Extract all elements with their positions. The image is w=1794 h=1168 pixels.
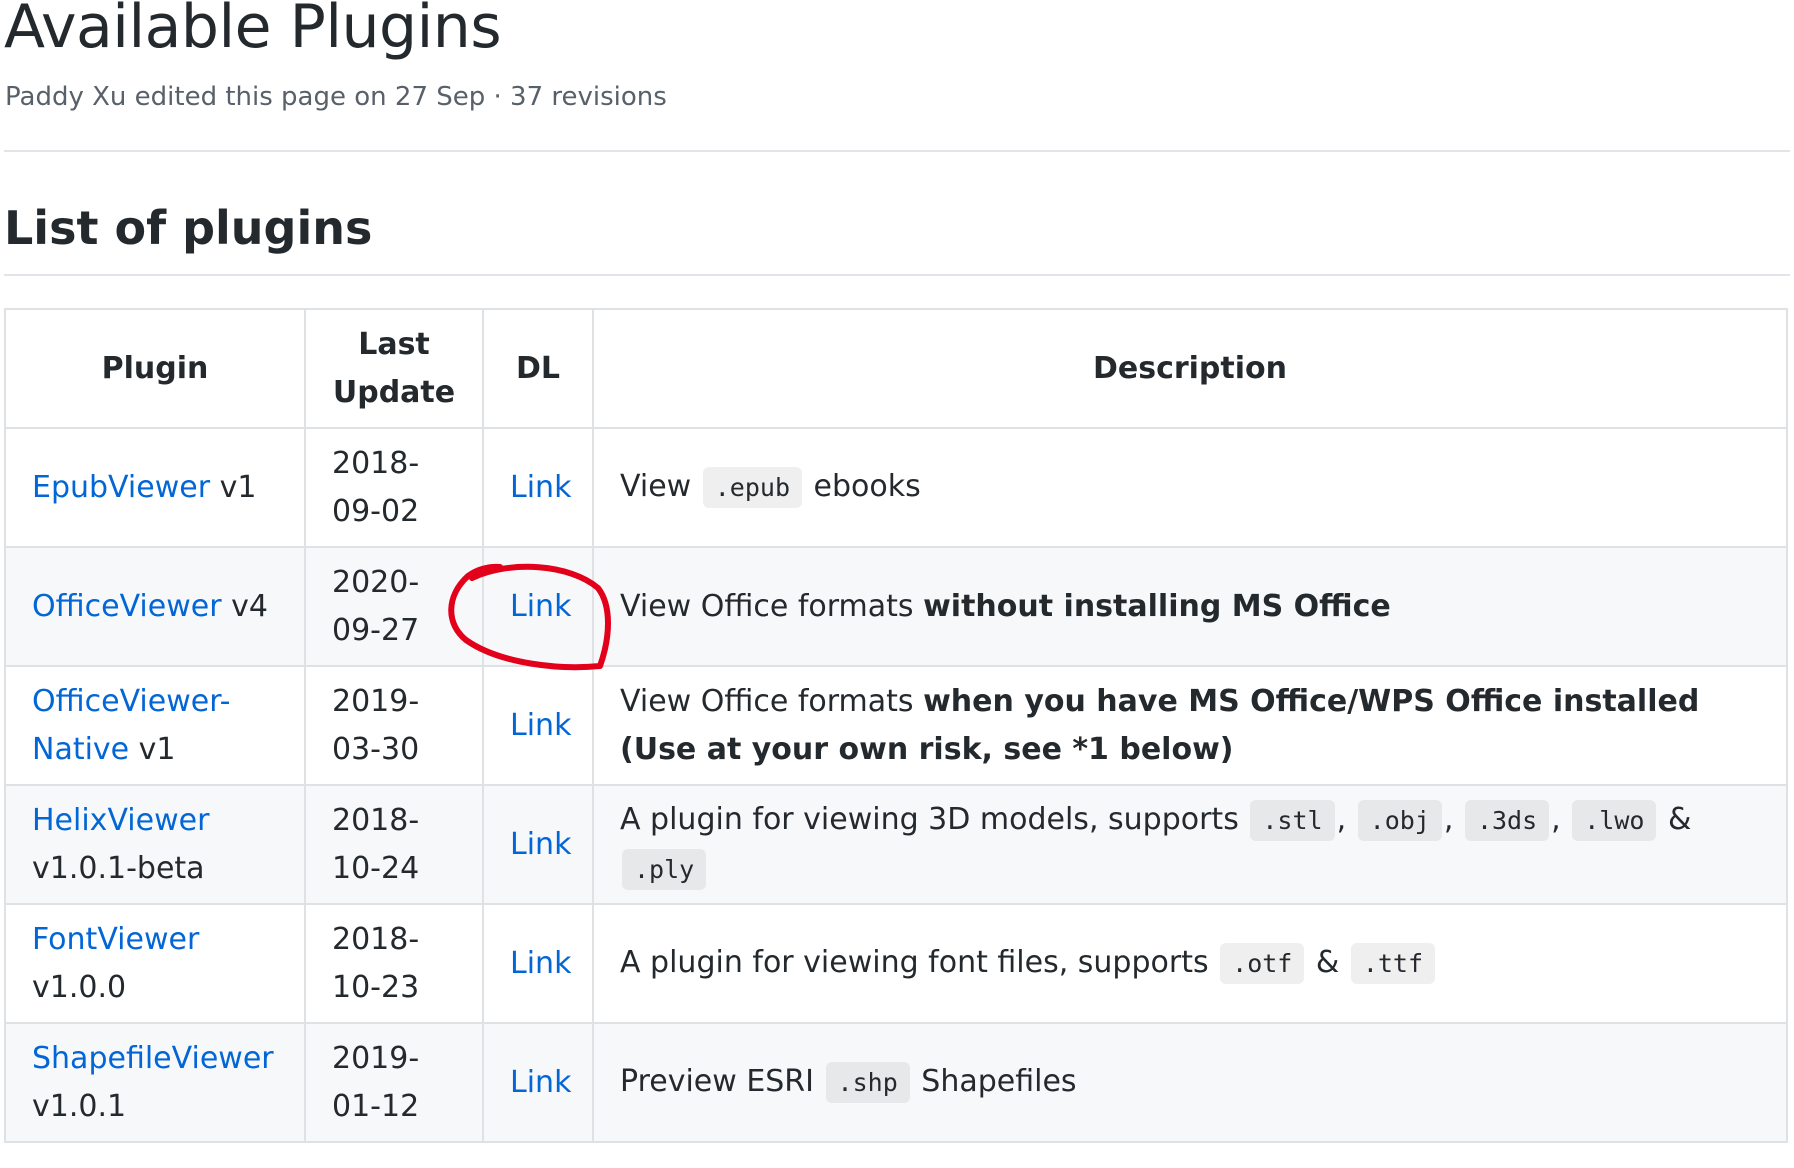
header-divider (4, 150, 1790, 152)
description-cell: View Office formats when you have MS Off… (592, 665, 1788, 786)
header-dl: DL (482, 308, 594, 429)
description-cell: Preview ESRI .shp Shapefiles (592, 1022, 1788, 1143)
table-row: OfficeViewer-Native v1 2019- 03-30 Link V… (4, 665, 1788, 786)
plugin-version: v4 (221, 588, 268, 624)
download-link-epubviewer[interactable]: Link (510, 470, 571, 505)
last-update-cell: 2018- 10-23 (304, 903, 484, 1024)
plugin-version: v1.0.1 (32, 1088, 127, 1124)
file-extension: .3ds (1464, 799, 1550, 841)
header-last-update: Last Update (304, 308, 484, 429)
plugin-cell: HelixViewer v1.0.1-beta (4, 784, 306, 905)
page-title: Available Plugins (4, 0, 502, 62)
table-row: HelixViewer v1.0.1-beta 2018- 10-24 Link A… (4, 784, 1788, 905)
header-plugin: Plugin (4, 308, 306, 429)
file-extension: .epub (702, 467, 802, 508)
file-extension: .otf (1220, 943, 1305, 984)
dl-cell: Link (482, 903, 594, 1024)
plugin-link-officeviewer[interactable]: OfficeViewer (32, 589, 222, 624)
last-update-cell: 2020- 09-27 (304, 546, 484, 667)
file-extension: .ply (622, 848, 707, 890)
download-link-fontviewer[interactable]: Link (510, 946, 571, 981)
plugin-version: v1.0.1-beta (32, 850, 205, 886)
plugin-cell: EpubViewer v1 (4, 427, 306, 548)
last-update-cell: 2019- 03-30 (304, 665, 484, 786)
plugin-cell: OfficeViewer v4 (4, 546, 306, 667)
plugins-table: Plugin Last Update DL Description EpubVie… (4, 308, 1788, 1143)
table-row: ShapefileViewer v1.0.1 2019- 01-12 Link Pr… (4, 1022, 1788, 1143)
file-extension: .lwo (1572, 799, 1657, 841)
plugin-cell: OfficeViewer-Native v1 (4, 665, 306, 786)
last-update-cell: 2019- 01-12 (304, 1022, 484, 1143)
dl-cell: Link (482, 427, 594, 548)
last-update-cell: 2018- 10-24 (304, 784, 484, 905)
section-heading: List of plugins (4, 201, 373, 255)
description-cell: A plugin for viewing 3D models, supports… (592, 784, 1788, 905)
download-link-shapefileviewer[interactable]: Link (510, 1065, 571, 1100)
plugin-link-epubviewer[interactable]: EpubViewer (32, 470, 210, 505)
plugin-link-shapefileviewer[interactable]: ShapefileViewer (32, 1041, 274, 1076)
header-description: Description (592, 308, 1788, 429)
plugin-version: v1 (129, 731, 176, 767)
page-edit-meta: Paddy Xu edited this page on 27 Sep · 37… (5, 82, 667, 112)
download-link-officeviewer[interactable]: Link (510, 589, 571, 624)
download-link-officeviewer-native[interactable]: Link (510, 708, 571, 743)
description-cell: View Office formats without installing M… (592, 546, 1788, 667)
table-header-row: Plugin Last Update DL Description (4, 308, 1788, 429)
file-extension: .stl (1250, 799, 1335, 841)
description-cell: A plugin for viewing font files, support… (592, 903, 1788, 1024)
dl-cell: Link (482, 784, 594, 905)
plugin-cell: FontViewer v1.0.0 (4, 903, 306, 1024)
dl-cell: Link (482, 546, 594, 667)
table-row: FontViewer v1.0.0 2018- 10-23 Link A plugi… (4, 903, 1788, 1024)
table-row: EpubViewer v1 2018- 09-02 Link View .epub… (4, 427, 1788, 548)
section-divider (4, 274, 1790, 276)
dl-cell: Link (482, 1022, 594, 1143)
file-extension: .ttf (1350, 943, 1436, 984)
plugin-cell: ShapefileViewer v1.0.1 (4, 1022, 306, 1143)
plugin-version: v1 (210, 469, 257, 505)
plugin-link-fontviewer[interactable]: FontViewer (32, 922, 199, 957)
plugin-version: v1.0.0 (32, 969, 127, 1005)
description-cell: View .epub ebooks (592, 427, 1788, 548)
file-extension: .shp (825, 1062, 910, 1103)
plugin-link-helixviewer[interactable]: HelixViewer (32, 803, 209, 838)
table-row: OfficeViewer v4 2020- 09-27 Link View Off… (4, 546, 1788, 667)
file-extension: .obj (1357, 799, 1442, 841)
last-update-cell: 2018- 09-02 (304, 427, 484, 548)
dl-cell: Link (482, 665, 594, 786)
download-link-helixviewer[interactable]: Link (510, 827, 571, 862)
